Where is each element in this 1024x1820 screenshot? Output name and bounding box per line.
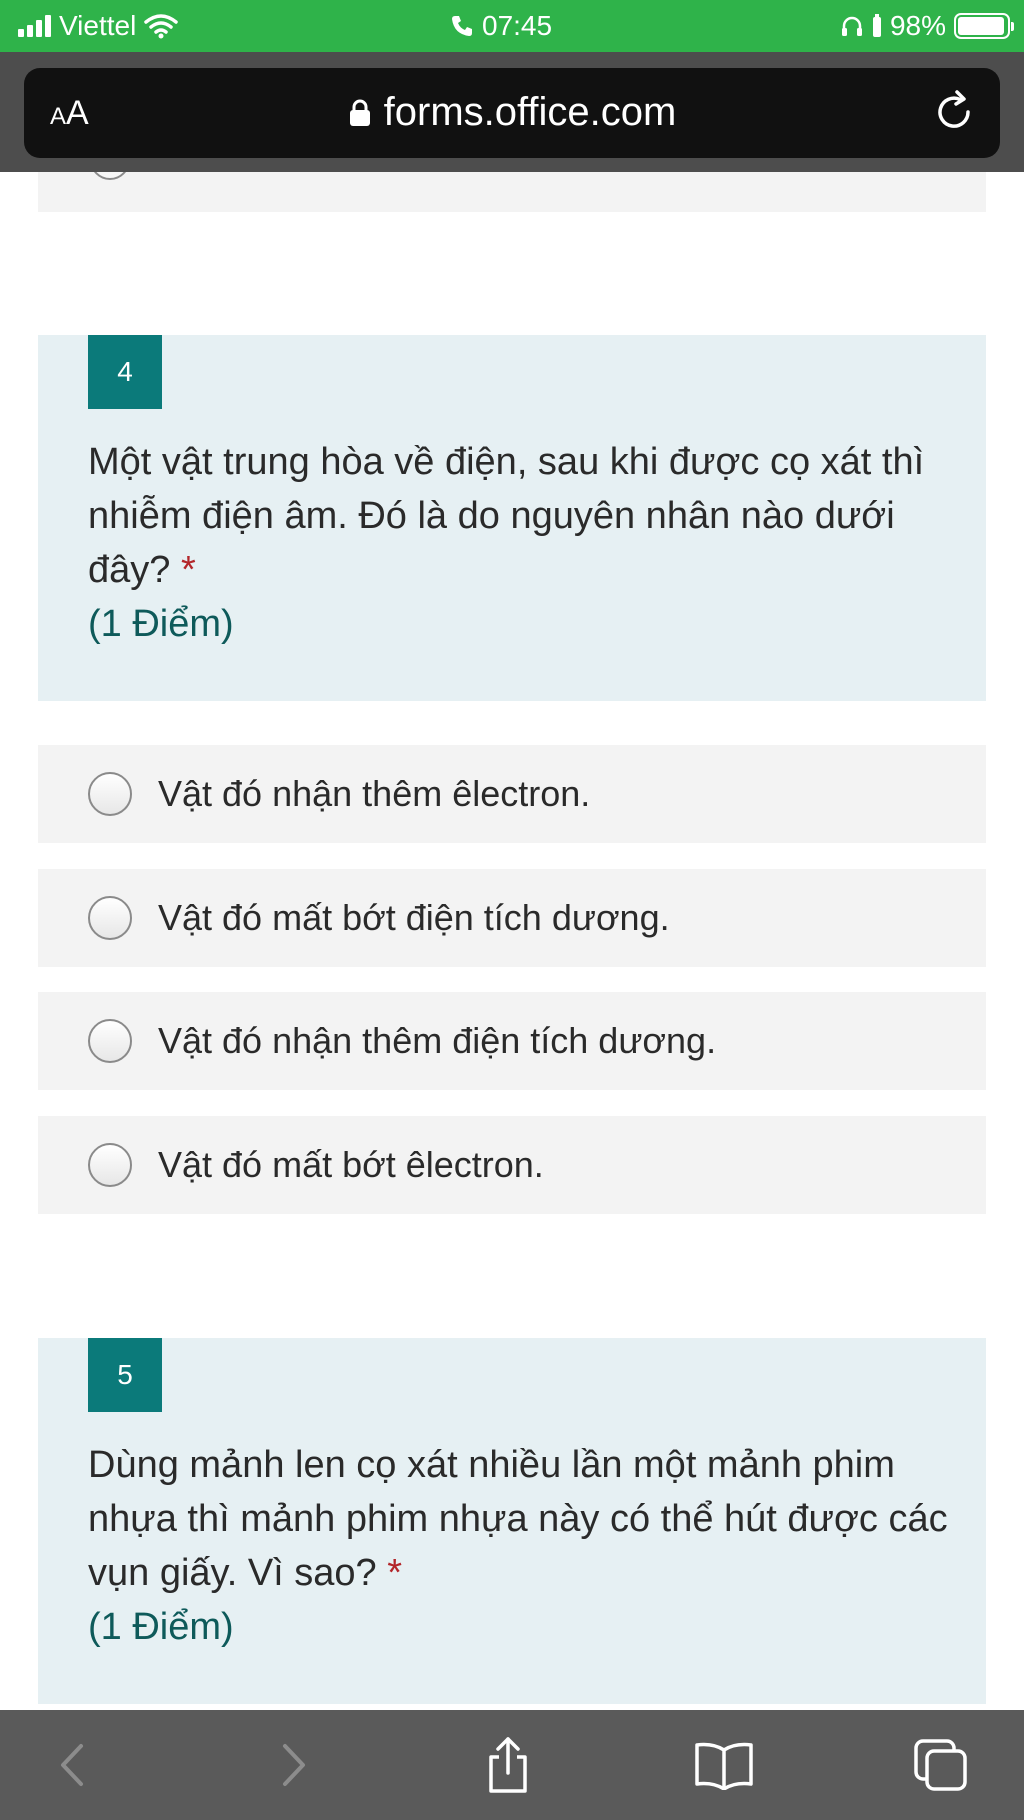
answer-option[interactable]: Vật đó mất bớt điện tích dương. bbox=[38, 869, 986, 967]
question-number-badge: 4 bbox=[88, 335, 162, 409]
bookmarks-button[interactable] bbox=[689, 1732, 759, 1798]
share-button[interactable] bbox=[473, 1732, 543, 1798]
option-label: Vật đó nhận thêm êlectron. bbox=[158, 773, 591, 814]
book-icon bbox=[695, 1742, 753, 1790]
radio-button[interactable] bbox=[88, 1143, 132, 1187]
radio-button[interactable] bbox=[88, 896, 132, 940]
required-asterisk: * bbox=[387, 1552, 403, 1594]
question-number-badge: 5 bbox=[88, 1338, 162, 1412]
radio-button[interactable] bbox=[88, 772, 132, 816]
battery-icon bbox=[954, 13, 1014, 39]
previous-option-partial[interactable] bbox=[38, 172, 986, 212]
battery-percent: 98% bbox=[889, 10, 946, 41]
cellular-signal-icon bbox=[18, 15, 51, 37]
question-card-4: 4 Một vật trung hòa về điện, sau khi đượ… bbox=[38, 335, 986, 701]
radio-button[interactable] bbox=[88, 1019, 132, 1063]
address-bar[interactable]: AA forms.office.com bbox=[24, 68, 1000, 158]
question-text: Một vật trung hòa về điện, sau khi được … bbox=[88, 435, 948, 651]
lock-icon bbox=[349, 99, 370, 126]
back-button[interactable] bbox=[38, 1732, 108, 1798]
browser-address-area: AA forms.office.com bbox=[0, 52, 1024, 172]
wifi-icon bbox=[144, 14, 179, 39]
reload-icon[interactable] bbox=[930, 88, 978, 136]
status-bar: Viettel 07:45 98% bbox=[0, 0, 1024, 52]
browser-toolbar bbox=[0, 1710, 1024, 1820]
tabs-icon bbox=[914, 1739, 967, 1791]
option-label: Vật đó nhận thêm điện tích dương. bbox=[158, 1020, 717, 1061]
answer-option[interactable]: Vật đó mất bớt êlectron. bbox=[38, 1116, 986, 1214]
tabs-button[interactable] bbox=[906, 1732, 976, 1798]
forward-button[interactable] bbox=[258, 1732, 328, 1798]
question-points: (1 Điểm) bbox=[88, 603, 234, 645]
question-text: Dùng mảnh len cọ xát nhiều lần một mảnh … bbox=[88, 1438, 948, 1654]
headphones-icon bbox=[841, 16, 862, 36]
option-label: Vật đó mất bớt êlectron. bbox=[158, 1144, 544, 1185]
earbud-battery-icon bbox=[872, 14, 881, 37]
required-asterisk: * bbox=[180, 549, 196, 591]
question-card-5: 5 Dùng mảnh len cọ xát nhiều lần một mản… bbox=[38, 1338, 986, 1704]
form-content: 4 Một vật trung hòa về điện, sau khi đượ… bbox=[0, 172, 1024, 1710]
chevron-right-icon bbox=[283, 1744, 305, 1786]
answer-option[interactable]: Vật đó nhận thêm êlectron. bbox=[38, 745, 986, 843]
answer-option[interactable]: Vật đó nhận thêm điện tích dương. bbox=[38, 992, 986, 1090]
clock-time: 07:45 bbox=[482, 10, 553, 41]
option-label: Vật đó mất bớt điện tích dương. bbox=[158, 897, 670, 938]
radio-button[interactable] bbox=[90, 172, 130, 180]
url-text[interactable]: forms.office.com bbox=[384, 90, 677, 135]
chevron-left-icon bbox=[61, 1744, 83, 1786]
carrier-name: Viettel bbox=[59, 10, 137, 41]
question-points: (1 Điểm) bbox=[88, 1606, 234, 1648]
phone-call-icon bbox=[452, 16, 472, 36]
share-icon bbox=[489, 1737, 527, 1793]
